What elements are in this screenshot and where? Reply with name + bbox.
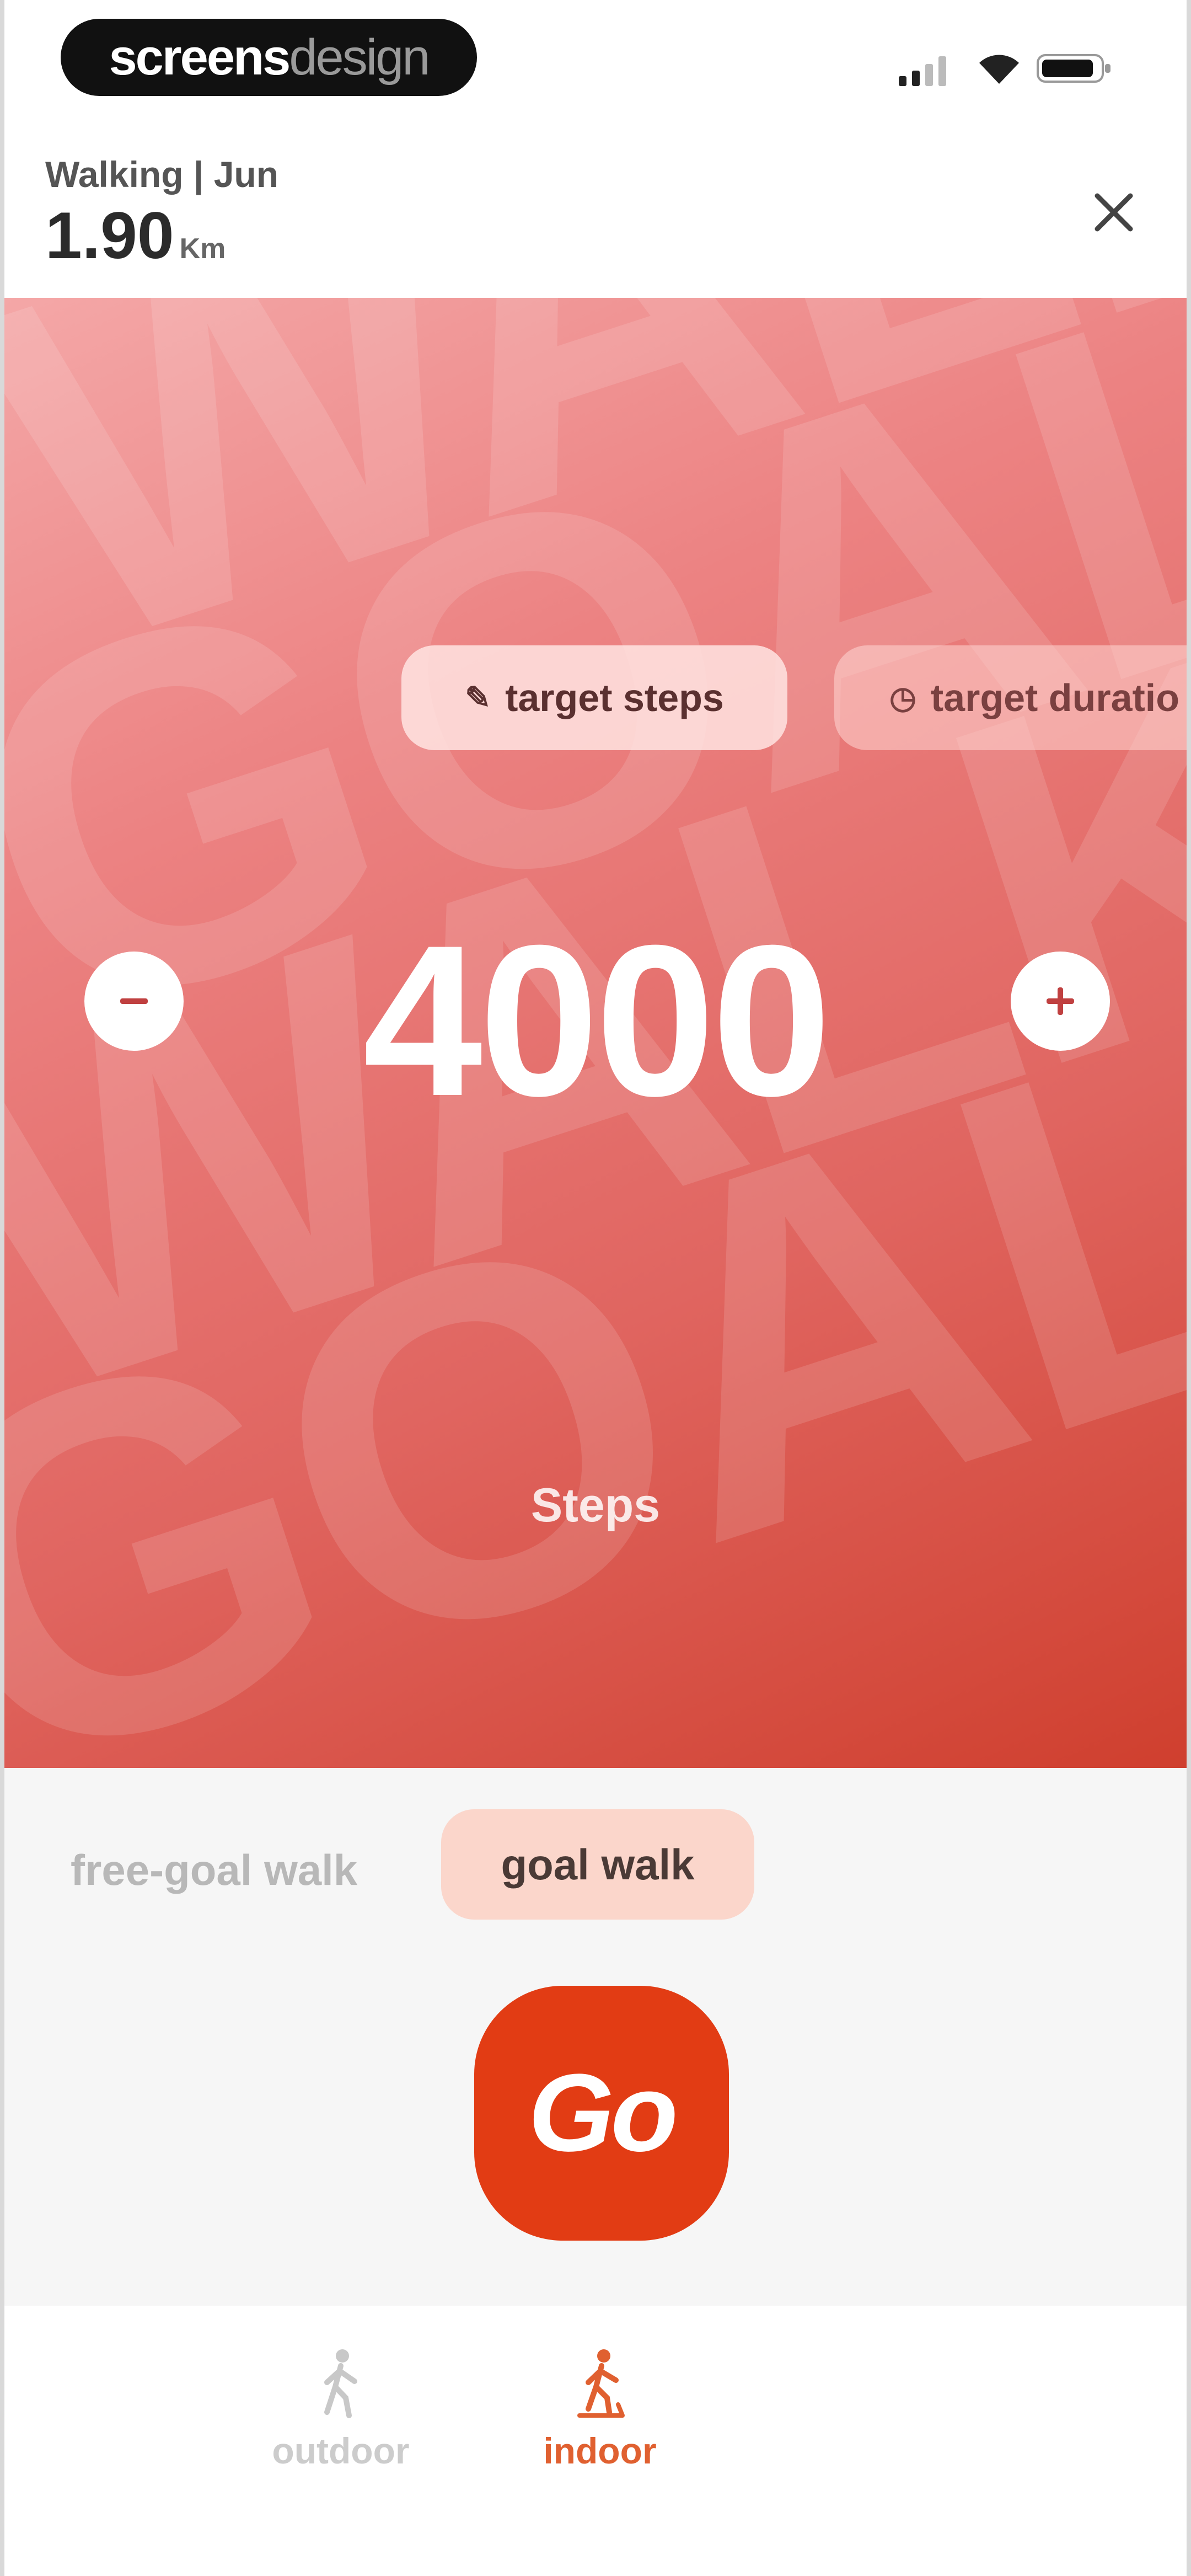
- battery-icon: [1037, 54, 1110, 83]
- goal-walk-option[interactable]: goal walk: [441, 1809, 754, 1920]
- tab-indoor[interactable]: indoor: [517, 2347, 683, 2472]
- close-icon: [1095, 193, 1133, 232]
- target-duration-chip[interactable]: ◷ target duratio: [834, 645, 1187, 750]
- distance-readout: 1.90 Km: [45, 197, 226, 274]
- clock-icon: ◷: [889, 680, 916, 715]
- header: Walking | Jun 1.90 Km: [0, 132, 1191, 292]
- logo-primary-text: screens: [109, 29, 291, 85]
- walker-icon: [324, 2349, 357, 2418]
- goal-unit: Steps: [530, 1479, 661, 1532]
- increase-goal-button[interactable]: [1011, 952, 1110, 1051]
- goal-value: 4000: [363, 900, 831, 1141]
- tab-label: outdoor: [272, 2430, 410, 2471]
- plus-icon: [1047, 987, 1074, 1015]
- free-goal-walk-option[interactable]: free-goal walk: [71, 1845, 357, 1895]
- activity-subtitle: Walking | Jun: [45, 154, 279, 195]
- status-bar: screens design: [0, 0, 1191, 116]
- tab-bar: outdoor indoor: [4, 2306, 1187, 2576]
- wifi-icon: [979, 55, 1019, 84]
- treadmill-walker-icon: [577, 2349, 625, 2418]
- tab-label: indoor: [543, 2430, 657, 2471]
- target-steps-chip[interactable]: ✎ target steps: [401, 645, 787, 750]
- signal-icon: [899, 56, 946, 86]
- walk-mode-section: free-goal walk goal walk Go: [4, 1768, 1187, 2306]
- distance-unit: Km: [179, 233, 226, 265]
- tab-outdoor[interactable]: outdoor: [258, 2347, 423, 2472]
- goal-hero: WALK GOAL WALK GOAL ✎ target steps ◷ tar…: [4, 298, 1187, 1768]
- pencil-icon: ✎: [465, 680, 491, 715]
- distance-value: 1.90: [45, 199, 174, 272]
- screensdesign-logo: screens design: [61, 19, 477, 96]
- close-button[interactable]: [1083, 182, 1144, 243]
- go-button[interactable]: Go: [474, 1986, 729, 2241]
- chip-label: target steps: [505, 676, 724, 719]
- logo-secondary-text: design: [289, 29, 430, 85]
- chip-label: target duratio: [930, 676, 1180, 719]
